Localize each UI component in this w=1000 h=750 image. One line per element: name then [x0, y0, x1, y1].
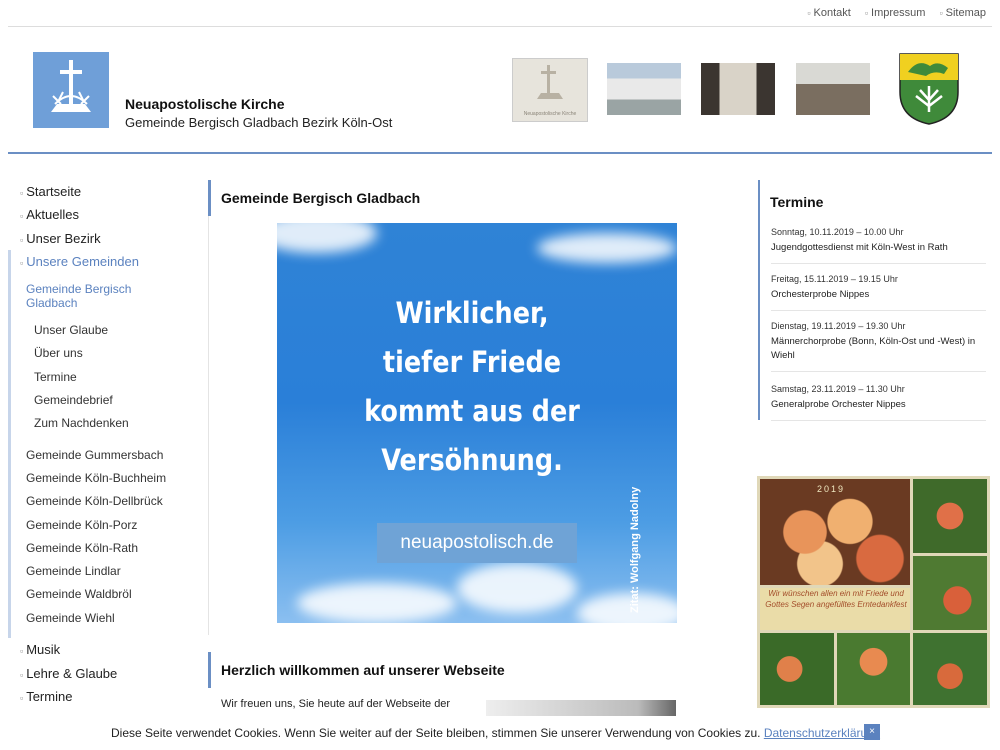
nav-active-bar — [8, 250, 11, 638]
quote-banner[interactable]: Wirklicher, tiefer Friede kommt aus der … — [277, 223, 677, 623]
banner-cloud — [297, 583, 457, 623]
header-image-altar[interactable] — [701, 63, 775, 115]
close-icon[interactable]: × — [864, 724, 880, 740]
nav-koeln-buchheim[interactable]: Gemeinde Köln-Buchheim — [26, 471, 166, 485]
nav-musik[interactable]: Musik — [20, 642, 60, 657]
cookie-message: Diese Seite verwendet Cookies. Wenn Sie … — [111, 726, 761, 740]
nav-lindlar[interactable]: Gemeinde Lindlar — [26, 564, 121, 578]
impressum-link[interactable]: Impressum — [865, 7, 925, 19]
event-item[interactable]: Freitag, 15.11.2019 – 19.15 Uhr Orcheste… — [771, 274, 986, 311]
tree-photo — [913, 479, 987, 553]
header-image-church-exterior[interactable] — [607, 63, 681, 115]
termine-title: Termine — [770, 194, 824, 210]
nav-gemeindebrief[interactable]: Gemeindebrief — [34, 393, 113, 407]
tree-photo — [913, 633, 987, 705]
harvest-collage-image[interactable]: 2019 Wir wünschen allen ein mit Friede u… — [757, 476, 990, 708]
banner-cloud — [577, 593, 677, 623]
nav-current-gemeinde[interactable]: Gemeinde Bergisch Gladbach — [26, 282, 186, 310]
neuapostolisch-link-button[interactable]: neuapostolisch.de — [377, 523, 577, 563]
cookie-bar: Diese Seite verwendet Cookies. Wenn Sie … — [0, 716, 1000, 750]
nav-lehre-glaube[interactable]: Lehre & Glaube — [20, 666, 117, 681]
event-title[interactable]: Generalprobe Orchester Nippes — [771, 398, 986, 412]
header-image-nave[interactable] — [796, 63, 870, 115]
tree-photo — [913, 556, 987, 630]
quote-text: Wirklicher, tiefer Friede kommt aus der … — [336, 289, 609, 485]
peaches-photo — [760, 479, 910, 585]
city-crest-icon — [898, 52, 960, 126]
page-title: Gemeinde Bergisch Gladbach — [208, 180, 691, 216]
event-title[interactable]: Männerchorprobe (Bonn, Köln-Ost und -Wes… — [771, 335, 986, 363]
nav-aktuelles[interactable]: Aktuelles — [20, 207, 79, 222]
banner-cloud — [537, 233, 677, 263]
top-divider — [8, 26, 992, 27]
nav-koeln-porz[interactable]: Gemeinde Köln-Porz — [26, 518, 137, 532]
welcome-text: Wir freuen uns, Sie heute auf der Websei… — [221, 698, 451, 710]
content-divider — [208, 180, 209, 635]
tree-photo — [837, 633, 910, 705]
event-date: Dienstag, 19.11.2019 – 19.30 Uhr — [771, 321, 906, 331]
cookie-text: Diese Seite verwendet Cookies. Wenn Sie … — [111, 726, 881, 740]
nav-gummersbach[interactable]: Gemeinde Gummersbach — [26, 448, 163, 462]
event-date: Sonntag, 10.11.2019 – 10.00 Uhr — [771, 227, 904, 237]
nav-unser-bezirk[interactable]: Unser Bezirk — [20, 231, 100, 246]
top-links: Kontakt Impressum Sitemap — [807, 7, 986, 19]
tree-photo — [760, 633, 834, 705]
banner-cloud — [277, 223, 377, 253]
event-item[interactable]: Sonntag, 10.11.2019 – 10.00 Uhr Jugendgo… — [771, 227, 986, 264]
header-image-sign[interactable]: Neuapostolische Kirche — [512, 58, 588, 122]
nav-koeln-dellbrueck[interactable]: Gemeinde Köln-Dellbrück — [26, 494, 163, 508]
welcome-title: Herzlich willkommen auf unserer Webseite — [208, 652, 691, 688]
quote-line: tiefer Friede — [382, 345, 562, 379]
left-navigation: Startseite Aktuelles Unser Bezirk Unsere… — [8, 180, 208, 710]
quote-line: Versöhnung. — [381, 443, 563, 477]
quote-author: Zitat: Wolfgang Nadolny — [629, 486, 641, 613]
nav-waldbroel[interactable]: Gemeinde Waldbröl — [26, 587, 132, 601]
brand-name: Neuapostolische Kirche — [125, 96, 285, 112]
event-title[interactable]: Orchesterprobe Nippes — [771, 288, 986, 302]
nav-ueber-uns[interactable]: Über uns — [34, 346, 83, 360]
quote-line: Wirklicher, — [395, 296, 549, 330]
collage-year: 2019 — [817, 484, 846, 494]
sitemap-link[interactable]: Sitemap — [939, 7, 986, 19]
collage-note: Wir wünschen allen ein mit Friede und Go… — [765, 589, 907, 609]
event-item[interactable]: Samstag, 23.11.2019 – 11.30 Uhr Generalp… — [771, 384, 986, 421]
nav-wiehl[interactable]: Gemeinde Wiehl — [26, 611, 115, 625]
thumb-caption: Neuapostolische Kirche — [524, 111, 577, 117]
nav-termine[interactable]: Termine — [20, 689, 72, 704]
event-item[interactable]: Dienstag, 19.11.2019 – 19.30 Uhr Männerc… — [771, 321, 986, 372]
kontakt-link[interactable]: Kontakt — [807, 7, 851, 19]
event-date: Freitag, 15.11.2019 – 19.15 Uhr — [771, 274, 898, 284]
church-logo-icon[interactable] — [33, 52, 109, 128]
nav-unsere-gemeinden[interactable]: Unsere Gemeinden — [20, 254, 139, 269]
brand-subtitle: Gemeinde Bergisch Gladbach Bezirk Köln-O… — [125, 115, 393, 130]
nav-zum-nachdenken[interactable]: Zum Nachdenken — [34, 416, 129, 430]
nav-koeln-rath[interactable]: Gemeinde Köln-Rath — [26, 541, 138, 555]
nav-startseite[interactable]: Startseite — [20, 184, 81, 199]
nav-termine-sub[interactable]: Termine — [34, 370, 77, 384]
header-divider — [8, 152, 992, 154]
quote-line: kommt aus der — [364, 394, 580, 428]
banner-cloud — [457, 563, 577, 613]
event-title[interactable]: Jugendgottesdienst mit Köln-West in Rath — [771, 241, 986, 255]
event-date: Samstag, 23.11.2019 – 11.30 Uhr — [771, 384, 905, 394]
nav-unser-glaube[interactable]: Unser Glaube — [34, 323, 108, 337]
